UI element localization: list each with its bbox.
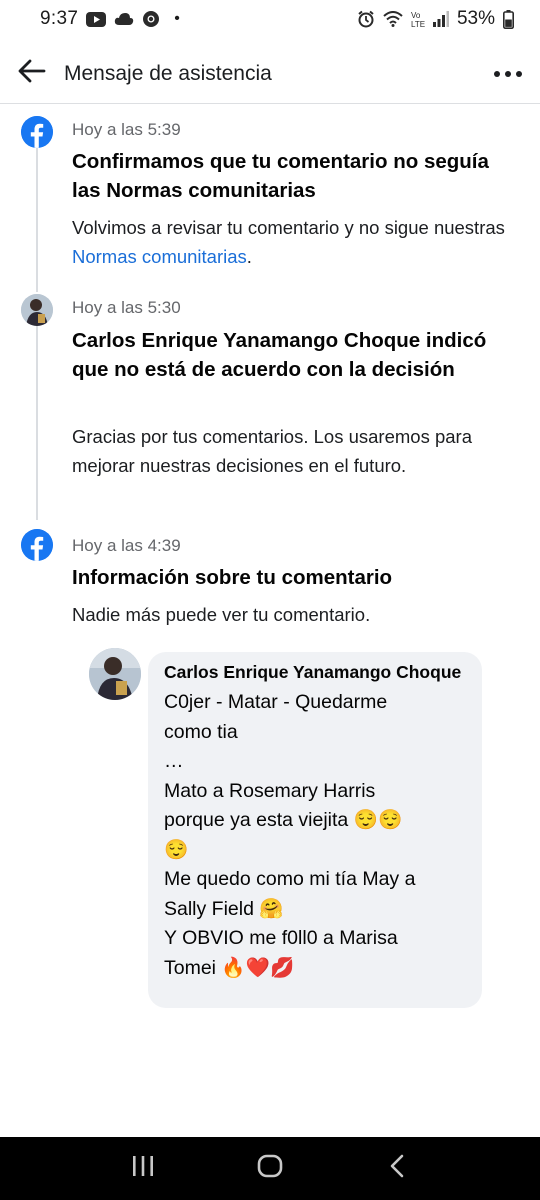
more-options-button[interactable] xyxy=(476,44,540,104)
entry-timestamp: Hoy a las 4:39 xyxy=(72,536,181,555)
comment-line: Me quedo como mi tía May a xyxy=(164,868,416,890)
status-time: 9:37 xyxy=(40,8,79,29)
comment-line: C0jer - Matar - Quedarme xyxy=(164,691,388,713)
youtube-icon xyxy=(86,11,107,27)
timeline-line xyxy=(36,324,38,520)
comment-bubble: Carlos Enrique Yanamango Choque C0jer - … xyxy=(148,652,482,1008)
comment-line: Tomei 🔥❤️💋 xyxy=(164,956,295,979)
comment-line: Mato a Rosemary Harris xyxy=(164,779,376,802)
facebook-icon xyxy=(21,116,53,148)
chrome-icon xyxy=(142,10,160,28)
recents-icon xyxy=(131,1155,155,1182)
comment-line: Y OBVIO me f0ll0 a Marisa xyxy=(164,927,398,949)
comment-author-avatar[interactable] xyxy=(89,648,141,700)
system-back-button[interactable] xyxy=(367,1144,427,1194)
back-chevron-icon xyxy=(389,1154,405,1183)
comment-author-name[interactable]: Carlos Enrique Yanamango Choque xyxy=(164,660,468,685)
entry-body-end: . xyxy=(246,245,252,267)
comment-line: 😌 xyxy=(164,838,189,861)
status-dot: • xyxy=(174,10,180,27)
page-title: Mensaje de asistencia xyxy=(64,61,272,85)
recents-button[interactable] xyxy=(113,1144,173,1194)
entry-body: Gracias por tus comentarios. Los usaremo… xyxy=(72,426,472,476)
comment-line: porque ya esta viejita 😌😌 xyxy=(164,809,403,831)
entry-body: Nadie más puede ver tu comentario. xyxy=(72,604,371,625)
entry-timestamp: Hoy a las 5:30 xyxy=(72,298,181,317)
status-bar: 9:37 • Vo LTE 53% xyxy=(0,0,540,38)
alarm-icon xyxy=(357,10,375,28)
entry-timestamp: Hoy a las 5:39 xyxy=(72,120,181,139)
cloud-icon xyxy=(114,12,134,26)
back-button[interactable] xyxy=(0,44,64,104)
arrow-left-icon xyxy=(18,59,46,88)
home-icon xyxy=(257,1154,283,1183)
entry-title: Confirmamos que tu comentario no seguía … xyxy=(72,150,489,202)
home-button[interactable] xyxy=(240,1144,300,1194)
entry-body: Volvimos a revisar tu comentario y no si… xyxy=(72,214,512,271)
wifi-icon xyxy=(383,11,403,27)
community-standards-link[interactable]: Normas comunitarias xyxy=(72,246,247,267)
comment-line: Sally Field 🤗 xyxy=(164,897,284,920)
comment-line: … xyxy=(164,750,184,772)
entry-title: Carlos Enrique Yanamango Choque indicó q… xyxy=(72,329,487,381)
facebook-icon xyxy=(21,529,53,561)
signal-icon xyxy=(432,11,449,27)
status-bar-left: 9:37 • xyxy=(40,8,180,30)
status-bar-right: Vo LTE 53% xyxy=(357,8,514,30)
avatar xyxy=(21,294,53,326)
battery-icon xyxy=(503,9,514,29)
more-dots-icon xyxy=(493,65,523,83)
svg-text:Vo: Vo xyxy=(411,11,421,20)
app-header: Mensaje de asistencia xyxy=(0,44,540,104)
volte-icon: Vo LTE xyxy=(411,10,425,28)
timeline-line xyxy=(36,144,38,292)
comment-line: como tia xyxy=(164,720,238,743)
entry-body-text: Volvimos a revisar tu comentario y no si… xyxy=(72,217,505,238)
entry-title: Información sobre tu comentario xyxy=(72,566,393,589)
svg-text:LTE: LTE xyxy=(411,20,425,28)
battery-percent: 53% xyxy=(456,8,495,29)
system-nav-bar xyxy=(0,1137,540,1200)
